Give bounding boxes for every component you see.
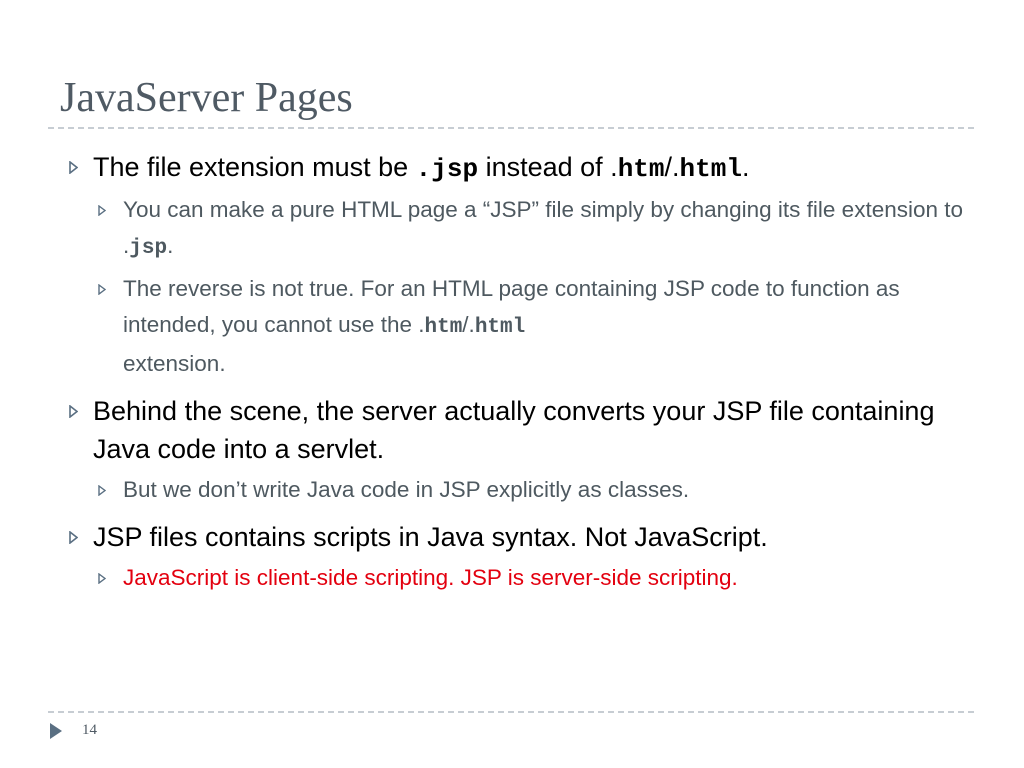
slide-title: JavaServer Pages	[60, 75, 353, 121]
page-number: 14	[82, 722, 97, 738]
code-html: html	[474, 316, 526, 339]
code-jsp: .jsp	[415, 154, 479, 184]
bullet-text: instead of .	[478, 152, 618, 182]
bullet-text: .	[741, 152, 750, 182]
bullet-file-extension: The file extension must be .jsp instead …	[64, 148, 974, 188]
code-htm: htm	[617, 154, 665, 184]
slide: JavaServer Pages The file extension must…	[0, 0, 1024, 768]
sub-bullet-text: /.	[462, 312, 475, 337]
triangle-right-outline-icon	[67, 148, 79, 186]
sub-bullet-text: extension.	[123, 351, 226, 376]
bullet-text: /.	[664, 152, 680, 182]
sub-bullet-text: .	[167, 233, 174, 258]
sub-bullet-classes: But we don’t write Java code in JSP expl…	[94, 472, 974, 508]
triangle-right-outline-icon	[96, 192, 108, 228]
triangle-right-outline-icon	[67, 392, 79, 430]
sub-bullet-reverse: The reverse is not true. For an HTML pag…	[94, 271, 974, 382]
triangle-right-outline-icon	[96, 560, 108, 596]
sub-bullet-text: But we don’t write Java code in JSP expl…	[123, 477, 690, 502]
bullet-text: The file extension must be	[93, 152, 416, 182]
triangle-right-outline-icon	[67, 518, 79, 556]
title-divider	[48, 127, 974, 129]
code-htm: htm	[424, 316, 463, 339]
bullet-text: JSP files contains scripts in Java synta…	[93, 522, 768, 552]
sub-bullet-pure-html: You can make a pure HTML page a “JSP” fi…	[94, 192, 974, 267]
code-jsp: jsp	[129, 237, 168, 260]
code-html: html	[679, 154, 742, 184]
sub-bullet-text: You can make a pure HTML page a “JSP” fi…	[123, 197, 964, 258]
footer-divider	[48, 711, 974, 713]
slide-content: The file extension must be .jsp instead …	[64, 142, 974, 596]
sub-bullet-client-server: JavaScript is client-side scripting. JSP…	[94, 560, 974, 596]
bullet-java-syntax: JSP files contains scripts in Java synta…	[64, 518, 974, 556]
triangle-right-outline-icon	[96, 472, 108, 508]
triangle-right-filled-icon	[49, 722, 63, 745]
bullet-text: Behind the scene, the server actually co…	[93, 396, 935, 464]
triangle-right-outline-icon	[96, 271, 108, 307]
sub-bullet-text: JavaScript is client-side scripting. JSP…	[123, 565, 738, 590]
bullet-servlet: Behind the scene, the server actually co…	[64, 392, 974, 468]
